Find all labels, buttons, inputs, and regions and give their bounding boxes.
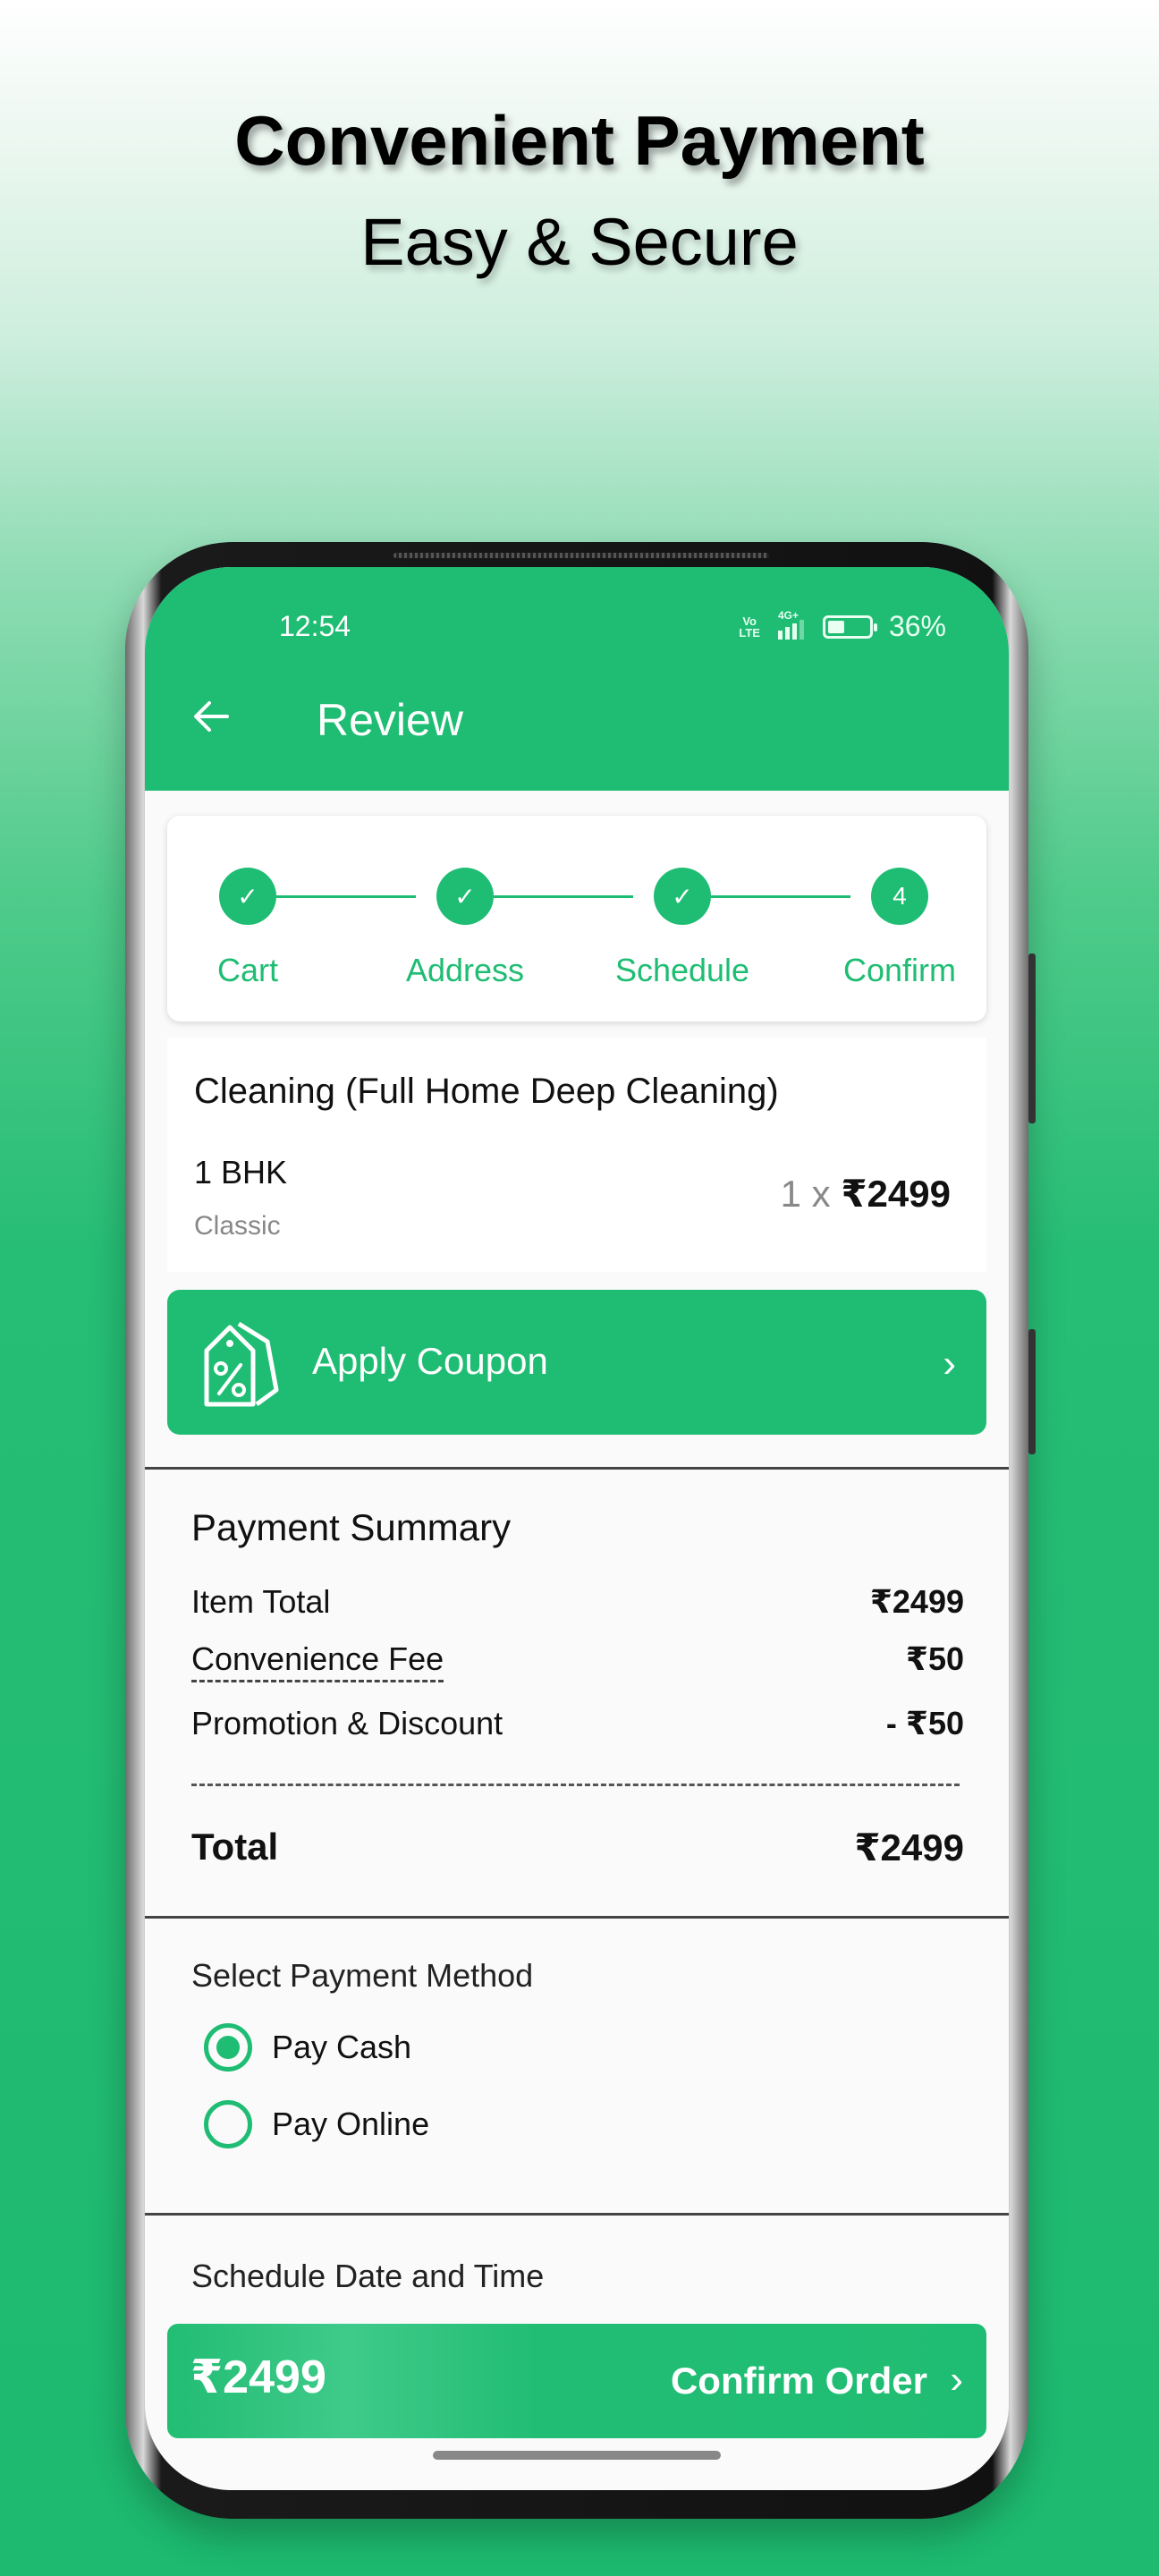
summary-value: - ₹50 — [885, 1705, 964, 1741]
summary-row-item-total: Item Total ₹2499 — [191, 1583, 964, 1621]
section-divider — [145, 2213, 1009, 2216]
step-label: Address — [405, 952, 525, 988]
chevron-right-icon: › — [943, 1342, 956, 1385]
check-icon: ✓ — [654, 868, 711, 925]
volte-icon: Vo LTE — [739, 614, 760, 640]
confirm-order-button[interactable]: ₹2499 Confirm Order › — [167, 2324, 986, 2438]
schedule-title: Schedule Date and Time — [191, 2258, 545, 2294]
hero-title: Convenient Payment — [234, 101, 925, 180]
step-number: 4 — [871, 868, 928, 925]
phone-frame: 12:54 Vo LTE 4G+ 36% Review ✓ Cart ✓ Add… — [125, 542, 1036, 2519]
payment-option-label: Pay Online — [272, 2106, 430, 2142]
payment-option-cash[interactable]: Pay Cash — [204, 2023, 411, 2072]
section-divider — [145, 1916, 1009, 1919]
checkout-stepper: ✓ Cart ✓ Address ✓ Schedule 4 Confirm — [167, 816, 986, 1021]
percent-tag-icon — [204, 1321, 279, 1407]
item-tier: Classic — [194, 1211, 281, 1241]
step-label: Schedule — [614, 952, 750, 988]
item-variant: 1 BHK — [194, 1154, 288, 1191]
payment-option-label: Pay Cash — [272, 2029, 412, 2065]
phone-volume-button — [1028, 953, 1036, 1123]
coupon-label: Apply Coupon — [312, 1340, 548, 1382]
status-time: 12:54 — [279, 610, 351, 642]
battery-percent: 36% — [888, 610, 946, 642]
payment-option-online[interactable]: Pay Online — [204, 2100, 429, 2148]
summary-label: Promotion & Discount — [191, 1705, 503, 1741]
apply-coupon-button[interactable]: Apply Coupon › — [167, 1290, 986, 1435]
app-bar: 12:54 Vo LTE 4G+ 36% Review — [145, 567, 1009, 791]
battery-icon — [822, 614, 877, 639]
home-indicator[interactable] — [433, 2451, 721, 2460]
check-icon: ✓ — [219, 868, 276, 925]
phone-power-button — [1028, 1329, 1036, 1454]
radio-unchecked-icon[interactable] — [204, 2100, 252, 2148]
step-label: Cart — [216, 952, 278, 988]
summary-value: ₹2499 — [869, 1583, 964, 1620]
payment-summary-title: Payment Summary — [191, 1506, 512, 1548]
summary-value: ₹50 — [905, 1640, 964, 1677]
item-price: 1 x ₹2499 — [781, 1172, 951, 1216]
total-value: ₹2499 — [854, 1826, 964, 1868]
cart-item-card: Cleaning (Full Home Deep Cleaning) 1 BHK… — [167, 1038, 986, 1272]
summary-dashed-divider — [191, 1784, 960, 1786]
step-label: Confirm — [842, 952, 957, 988]
hero-subtitle: Easy & Secure — [360, 205, 799, 279]
step-cart[interactable]: ✓ Cart — [167, 868, 328, 989]
signal-icon: 4G+ — [776, 609, 807, 640]
phone-speaker — [393, 553, 769, 558]
summary-row-discount: Promotion & Discount - ₹50 — [191, 1705, 964, 1742]
item-amount: ₹2499 — [841, 1173, 951, 1215]
check-icon: ✓ — [436, 868, 494, 925]
summary-label: Item Total — [191, 1583, 331, 1620]
app-screen: 12:54 Vo LTE 4G+ 36% Review ✓ Cart ✓ Add… — [145, 567, 1009, 2490]
total-label: Total — [191, 1826, 279, 1868]
step-address[interactable]: ✓ Address — [385, 868, 546, 989]
item-title: Cleaning (Full Home Deep Cleaning) — [194, 1072, 779, 1111]
step-confirm[interactable]: 4 Confirm — [819, 868, 980, 989]
section-divider — [145, 1467, 1009, 1470]
order-total-amount: ₹2499 — [190, 2351, 326, 2403]
payment-method-title: Select Payment Method — [191, 1957, 534, 1994]
step-schedule[interactable]: ✓ Schedule — [602, 868, 763, 989]
chevron-right-icon: › — [950, 2358, 963, 2402]
item-quantity: 1 x — [780, 1173, 831, 1215]
page-title: Review — [317, 695, 463, 745]
confirm-order-label: Confirm Order — [670, 2360, 927, 2402]
arrow-left-icon[interactable] — [190, 694, 234, 739]
convenience-fee-info-link[interactable]: Convenience Fee — [191, 1640, 444, 1682]
radio-checked-icon[interactable] — [204, 2023, 252, 2072]
summary-row-convenience-fee: Convenience Fee ₹50 — [191, 1640, 964, 1682]
status-icons: Vo LTE 4G+ 36% — [739, 609, 946, 643]
summary-total-row: Total ₹2499 — [191, 1826, 964, 1869]
